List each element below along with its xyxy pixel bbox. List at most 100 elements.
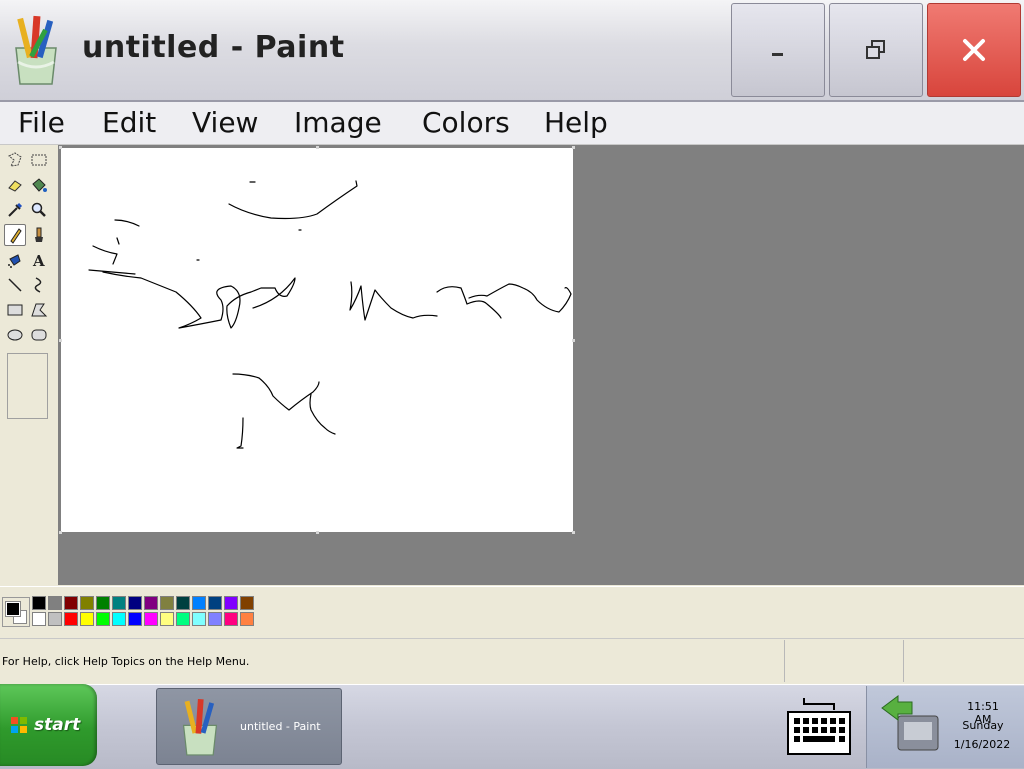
palette-swatch[interactable] xyxy=(80,596,94,610)
resize-handle[interactable] xyxy=(572,146,575,149)
rectangle-icon xyxy=(7,304,23,316)
clock-day: Sunday xyxy=(962,719,1004,732)
rounded-rect-tool[interactable] xyxy=(28,324,50,346)
restore-button[interactable] xyxy=(829,3,923,97)
restore-icon xyxy=(866,40,885,59)
rectangle-tool[interactable] xyxy=(4,299,26,321)
curve-icon xyxy=(34,277,42,293)
taskbar-item-label: untitled - Paint xyxy=(240,720,321,733)
resize-handle[interactable] xyxy=(59,531,62,534)
palette-swatch[interactable] xyxy=(48,612,62,626)
palette-swatch[interactable] xyxy=(160,612,174,626)
palette-swatch[interactable] xyxy=(176,596,190,610)
palette-swatch[interactable] xyxy=(48,596,62,610)
color-picker-tool[interactable] xyxy=(4,199,26,221)
palette-swatch[interactable] xyxy=(32,612,46,626)
status-divider xyxy=(784,640,785,682)
magnifier-tool[interactable] xyxy=(28,199,50,221)
color-picker-icon xyxy=(8,202,23,217)
palette-swatch[interactable] xyxy=(224,612,238,626)
airbrush-icon xyxy=(8,254,21,268)
network-status-icon[interactable] xyxy=(878,690,944,756)
window-title: untitled - Paint xyxy=(82,30,345,65)
menu-edit[interactable]: Edit xyxy=(102,106,156,139)
menu-bar: File Edit View Image Colors Help xyxy=(0,102,1024,145)
minimize-button[interactable] xyxy=(731,3,825,97)
toolbox: A xyxy=(0,145,59,585)
windows-logo-icon xyxy=(11,717,27,733)
palette-swatch[interactable] xyxy=(96,612,110,626)
tool-options-box[interactable] xyxy=(7,353,48,419)
palette-swatch[interactable] xyxy=(208,612,222,626)
line-tool[interactable] xyxy=(4,274,26,296)
palette-swatch[interactable] xyxy=(240,612,254,626)
canvas-drawing xyxy=(88,180,572,449)
free-form-select-icon xyxy=(8,152,22,167)
palette-swatch[interactable] xyxy=(80,612,94,626)
svg-text:A: A xyxy=(32,252,45,269)
drawing-canvas[interactable] xyxy=(59,146,575,534)
airbrush-tool[interactable] xyxy=(4,249,26,271)
palette-swatch[interactable] xyxy=(128,612,142,626)
palette-swatch[interactable] xyxy=(208,596,222,610)
menu-help[interactable]: Help xyxy=(544,106,608,139)
start-button[interactable]: start xyxy=(0,684,97,766)
status-divider xyxy=(903,640,904,682)
menu-image[interactable]: Image xyxy=(294,106,382,139)
brush-tool[interactable] xyxy=(28,224,50,246)
polygon-tool[interactable] xyxy=(28,299,50,321)
palette-swatch[interactable] xyxy=(112,596,126,610)
magnifier-icon xyxy=(31,202,46,217)
pencil-tool[interactable] xyxy=(4,224,26,246)
ellipse-tool[interactable] xyxy=(4,324,26,346)
text-tool[interactable]: A xyxy=(28,249,50,271)
palette-swatch[interactable] xyxy=(64,596,78,610)
ellipse-icon xyxy=(7,329,23,341)
palette-swatch[interactable] xyxy=(112,612,126,626)
resize-handle[interactable] xyxy=(572,531,575,534)
rect-select-icon xyxy=(31,154,47,166)
resize-handle[interactable] xyxy=(316,531,319,534)
palette-swatch[interactable] xyxy=(160,596,174,610)
palette-swatch[interactable] xyxy=(224,596,238,610)
foreground-color-swatch[interactable] xyxy=(5,601,21,617)
palette-swatch[interactable] xyxy=(32,596,46,610)
free-form-select-tool[interactable] xyxy=(4,149,26,171)
palette-swatch[interactable] xyxy=(144,612,158,626)
start-label: start xyxy=(34,715,81,735)
palette-swatch[interactable] xyxy=(96,596,110,610)
menu-view[interactable]: View xyxy=(192,106,258,139)
palette-swatch[interactable] xyxy=(128,596,142,610)
resize-handle[interactable] xyxy=(316,146,319,149)
status-text: For Help, click Help Topics on the Help … xyxy=(2,655,250,668)
palette-swatch[interactable] xyxy=(64,612,78,626)
text-icon: A xyxy=(32,252,45,269)
palette-swatch[interactable] xyxy=(192,612,206,626)
current-colors-indicator[interactable] xyxy=(2,597,30,627)
clock-date: 1/16/2022 xyxy=(953,738,1011,751)
rect-select-tool[interactable] xyxy=(28,149,50,171)
menu-file[interactable]: File xyxy=(18,106,65,139)
close-button[interactable] xyxy=(927,3,1021,97)
palette-swatch[interactable] xyxy=(144,596,158,610)
menu-colors[interactable]: Colors xyxy=(422,106,510,139)
line-icon xyxy=(8,278,22,292)
fill-bucket-tool[interactable] xyxy=(28,174,50,196)
fill-bucket-icon xyxy=(32,178,47,192)
eraser-icon xyxy=(8,180,22,192)
eraser-tool[interactable] xyxy=(4,174,26,196)
palette-swatch[interactable] xyxy=(192,596,206,610)
minimize-icon xyxy=(772,53,783,56)
paint-task-icon xyxy=(182,698,218,756)
curve-tool[interactable] xyxy=(28,274,50,296)
keyboard-icon[interactable] xyxy=(786,696,852,758)
brush-icon xyxy=(35,227,43,242)
paint-app-icon[interactable] xyxy=(8,12,64,88)
resize-handle[interactable] xyxy=(59,146,62,149)
polygon-icon xyxy=(31,303,48,317)
resize-handle[interactable] xyxy=(572,339,575,342)
palette-swatch[interactable] xyxy=(240,596,254,610)
palette-swatch[interactable] xyxy=(176,612,190,626)
resize-handle[interactable] xyxy=(59,339,62,342)
rounded-rect-icon xyxy=(31,329,47,341)
